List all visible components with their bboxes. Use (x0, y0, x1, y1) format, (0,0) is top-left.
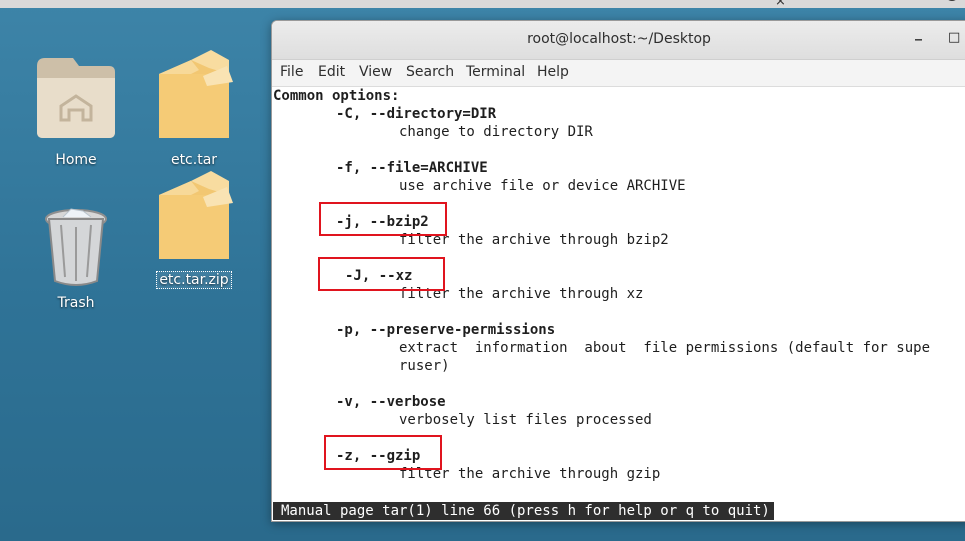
desktop-icon-etc-tar-zip[interactable]: etc.tar.zip (139, 167, 249, 289)
maximize-button[interactable]: □ (948, 30, 960, 45)
package-icon (159, 171, 233, 259)
minimize-button[interactable]: _ (915, 25, 922, 41)
icon-label: etc.tar (170, 152, 218, 168)
menu-bar: File Edit View Search Terminal Help (272, 60, 965, 87)
menu-help[interactable]: Help (537, 64, 569, 80)
option-file: -f, --file=ARCHIVE (336, 160, 488, 176)
option-preserve-permissions: -p, --preserve-permissions (336, 322, 556, 338)
icon-label: Home (55, 152, 97, 168)
desktop-icon-trash[interactable]: Trash (21, 205, 131, 311)
grid-icon[interactable] (880, 0, 896, 8)
icon-label: etc.tar.zip (156, 271, 232, 289)
option-description: ruser) (399, 358, 450, 374)
trash-icon (45, 208, 107, 286)
title-bar[interactable]: root@localhost:~/Desktop _ □ (272, 21, 965, 60)
menu-edit[interactable]: Edit (318, 64, 345, 80)
highlight-box-gzip (324, 435, 442, 470)
top-bar: × (0, 0, 965, 9)
option-description: verbosely list files processed (399, 412, 652, 428)
icon-label: Trash (57, 295, 95, 311)
option-description: change to directory DIR (399, 124, 593, 140)
folder-home-icon (37, 58, 115, 138)
power-icon[interactable] (944, 0, 960, 8)
menu-file[interactable]: File (280, 64, 303, 80)
section-heading: Common options: (273, 88, 400, 104)
close-icon[interactable]: × (775, 0, 786, 9)
option-description: extract information about file permissio… (399, 340, 931, 356)
option-directory: -C, --directory=DIR (336, 106, 497, 122)
menu-view[interactable]: View (359, 64, 392, 80)
desktop-icon-home[interactable]: Home (21, 52, 131, 168)
terminal-window[interactable]: root@localhost:~/Desktop _ □ File Edit V… (271, 20, 965, 522)
package-icon (159, 50, 233, 138)
highlight-box-xz (318, 257, 445, 291)
menu-search[interactable]: Search (406, 64, 454, 80)
window-title: root@localhost:~/Desktop (527, 31, 711, 47)
menu-terminal[interactable]: Terminal (466, 64, 525, 80)
option-verbose: -v, --verbose (336, 394, 446, 410)
desktop-icon-etc-tar[interactable]: etc.tar (139, 46, 249, 168)
status-line: Manual page tar(1) line 66 (press h for … (273, 502, 774, 520)
highlight-box-bzip2 (319, 202, 447, 236)
terminal-output[interactable]: Common options: -C, --directory=DIR chan… (273, 87, 965, 521)
option-description: use archive file or device ARCHIVE (399, 178, 686, 194)
